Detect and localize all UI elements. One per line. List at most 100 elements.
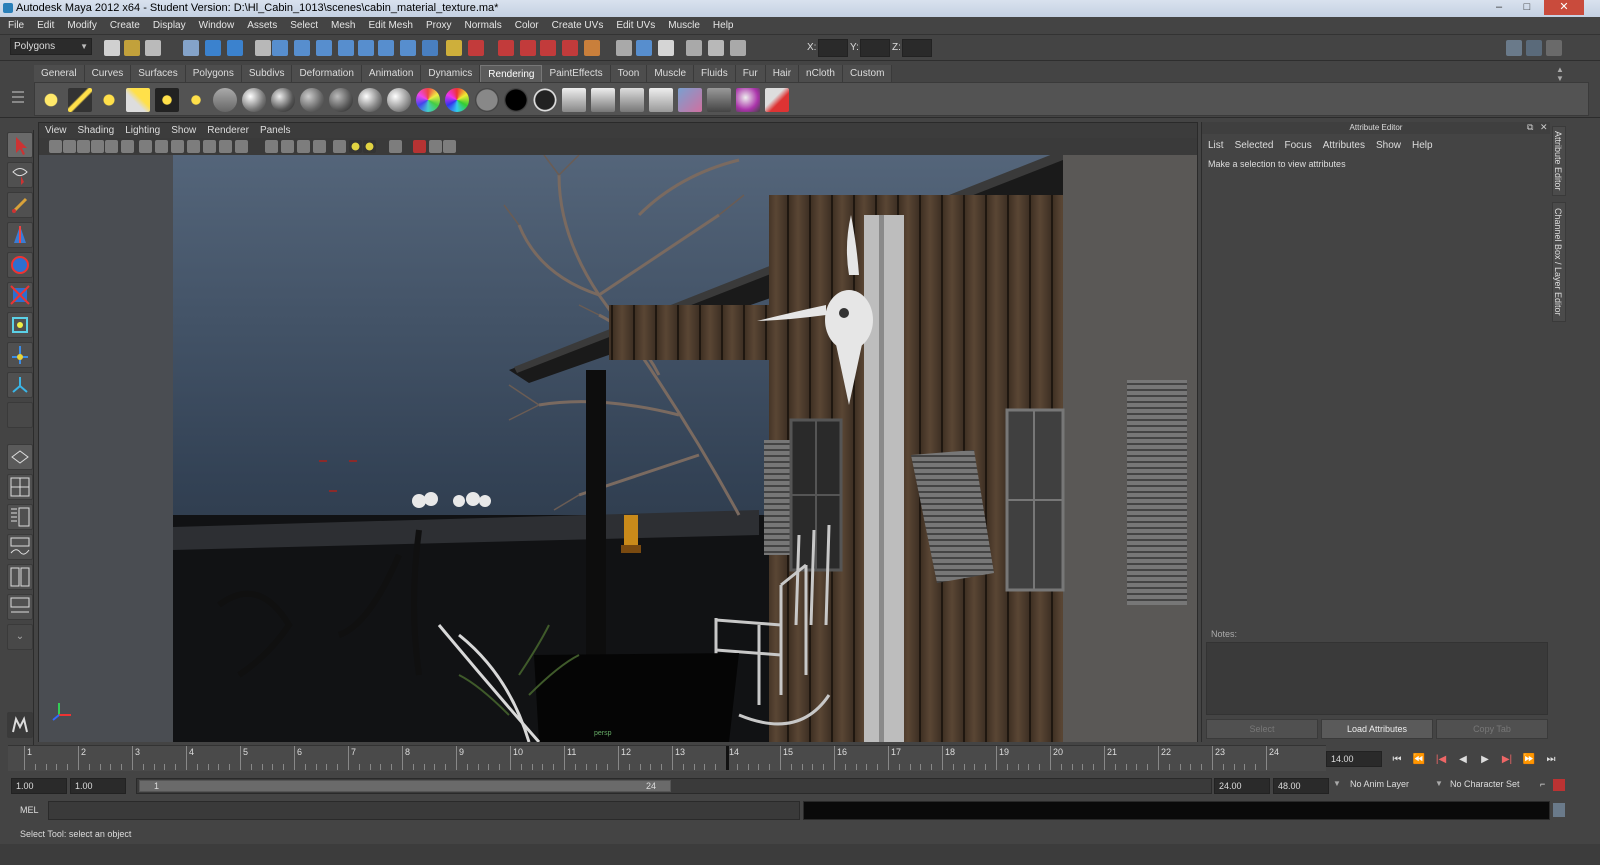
y-field[interactable] (860, 39, 890, 57)
ramp-shader-icon[interactable] (387, 88, 411, 112)
shelf-tab-fluids[interactable]: Fluids (694, 65, 736, 82)
shelf-tab-toon[interactable]: Toon (610, 65, 648, 82)
image-plane-icon[interactable] (91, 140, 104, 153)
shelf-tab-general[interactable]: General (34, 65, 85, 82)
attr-menu-selected[interactable]: Selected (1235, 140, 1274, 151)
phonge-material-icon[interactable] (358, 88, 382, 112)
menu-select[interactable]: Select (290, 20, 318, 31)
shelf-scroll-icon[interactable]: ▲ ▼ (1556, 65, 1566, 115)
blinn-material-icon[interactable] (271, 88, 295, 112)
xray-icon[interactable] (389, 140, 402, 153)
viewport-3d[interactable]: persp (39, 155, 1197, 742)
save-scene-icon[interactable] (145, 40, 161, 56)
surface-shader-icon[interactable] (475, 88, 499, 112)
shading-map-icon[interactable] (445, 88, 469, 112)
z-field[interactable] (902, 39, 932, 57)
shelf-tab-muscle[interactable]: Muscle (647, 65, 695, 82)
render-current-icon[interactable] (400, 40, 416, 56)
character-set-dropdown[interactable]: No Character Set (1450, 779, 1520, 789)
playback-end-field[interactable]: 24.00 (1214, 778, 1270, 794)
menu-edit[interactable]: Edit (37, 20, 54, 31)
anisotropic-material-icon[interactable] (242, 88, 266, 112)
snap-curve-icon[interactable] (294, 40, 310, 56)
viewport-menu-renderer[interactable]: Renderer (207, 125, 249, 136)
isolate-select-icon[interactable] (413, 140, 426, 153)
mel-label[interactable]: MEL (20, 805, 39, 815)
persp-outliner-layout-icon[interactable] (7, 504, 33, 530)
directional-light-icon[interactable] (68, 88, 92, 112)
anim-layer-dropdown[interactable]: No Anim Layer (1350, 779, 1409, 789)
settings-icon[interactable] (708, 40, 724, 56)
menu-assets[interactable]: Assets (247, 20, 277, 31)
copy-tab-button[interactable]: Copy Tab (1436, 719, 1548, 739)
tool-settings-toggle-icon[interactable] (1526, 40, 1542, 56)
area-light-icon[interactable] (155, 88, 179, 112)
menu-edit-mesh[interactable]: Edit Mesh (368, 20, 412, 31)
make-live-icon[interactable] (540, 40, 556, 56)
menu-muscle[interactable]: Muscle (668, 20, 700, 31)
float-panel-icon[interactable]: ⧉ (1527, 122, 1533, 133)
range-slider[interactable]: 1 24 (136, 778, 1212, 794)
lasso-tool-icon[interactable] (7, 162, 33, 188)
xray-active-icon[interactable] (443, 140, 456, 153)
render-view-icon[interactable] (498, 40, 514, 56)
render-icon[interactable] (658, 40, 674, 56)
smooth-shade-icon[interactable] (281, 140, 294, 153)
volume-light-icon[interactable] (184, 88, 208, 112)
snap-live-icon[interactable] (358, 40, 374, 56)
history-icon[interactable] (378, 40, 394, 56)
bookmark-icon[interactable] (77, 140, 90, 153)
ipr-render-icon[interactable] (422, 40, 438, 56)
menu-help[interactable]: Help (713, 20, 734, 31)
menu-file[interactable]: File (8, 20, 24, 31)
shelf-tab-animation[interactable]: Animation (361, 65, 422, 82)
menu-create-uvs[interactable]: Create UVs (552, 20, 604, 31)
hypershade-icon[interactable] (678, 88, 702, 112)
ocean-shader-icon[interactable] (533, 88, 557, 112)
shelf-tab-custom[interactable]: Custom (842, 65, 893, 82)
viewport-menu-show[interactable]: Show (171, 125, 196, 136)
shelf-tab-surfaces[interactable]: Surfaces (131, 65, 186, 82)
attribute-editor-toggle-icon[interactable] (1506, 40, 1522, 56)
hypershade-persp-layout-icon[interactable] (7, 564, 33, 590)
phong-material-icon[interactable] (329, 88, 353, 112)
3d-paint-icon[interactable] (765, 88, 789, 112)
select-component-icon[interactable] (227, 40, 243, 56)
menu-mesh[interactable]: Mesh (331, 20, 355, 31)
minimize-icon[interactable]: – (1486, 0, 1512, 15)
scale-tool-icon[interactable] (7, 282, 33, 308)
close-icon[interactable]: ✕ (1544, 0, 1584, 15)
menu-normals[interactable]: Normals (465, 20, 502, 31)
lambert-material-icon[interactable] (300, 88, 324, 112)
persp-graph-layout-icon[interactable] (7, 534, 33, 560)
point-light-icon[interactable] (97, 88, 121, 112)
viewport-menu-panels[interactable]: Panels (260, 125, 291, 136)
render-current-icon[interactable] (591, 88, 615, 112)
command-input[interactable] (48, 801, 800, 820)
snap-grid-icon[interactable] (272, 40, 288, 56)
menu-color[interactable]: Color (515, 20, 539, 31)
select-tool-icon[interactable] (7, 132, 33, 158)
input-line-icon[interactable] (584, 40, 600, 56)
shelf-menu-icon[interactable] (10, 85, 26, 115)
menu-display[interactable]: Display (153, 20, 186, 31)
resolution-gate-icon[interactable] (171, 140, 184, 153)
menu-set-dropdown[interactable]: Polygons ▼ (10, 38, 92, 55)
safe-action-icon[interactable] (219, 140, 232, 153)
maya-logo-icon[interactable] (7, 712, 33, 738)
notes-field[interactable] (1206, 642, 1548, 715)
wireframe-icon[interactable] (265, 140, 278, 153)
attr-menu-help[interactable]: Help (1412, 140, 1433, 151)
menu-window[interactable]: Window (199, 20, 235, 31)
ipr-icon[interactable] (686, 40, 702, 56)
script-editor-icon[interactable] (1553, 803, 1565, 817)
camera-attributes-icon[interactable] (63, 140, 76, 153)
lock-icon[interactable] (636, 40, 652, 56)
paint-select-tool-icon[interactable] (7, 192, 33, 218)
safe-title-icon[interactable] (235, 140, 248, 153)
open-scene-icon[interactable] (124, 40, 140, 56)
universal-manipulator-icon[interactable] (7, 312, 33, 338)
play-backwards-icon[interactable]: ◀ (1454, 752, 1472, 767)
menu-create[interactable]: Create (110, 20, 140, 31)
field-chart-icon[interactable] (203, 140, 216, 153)
